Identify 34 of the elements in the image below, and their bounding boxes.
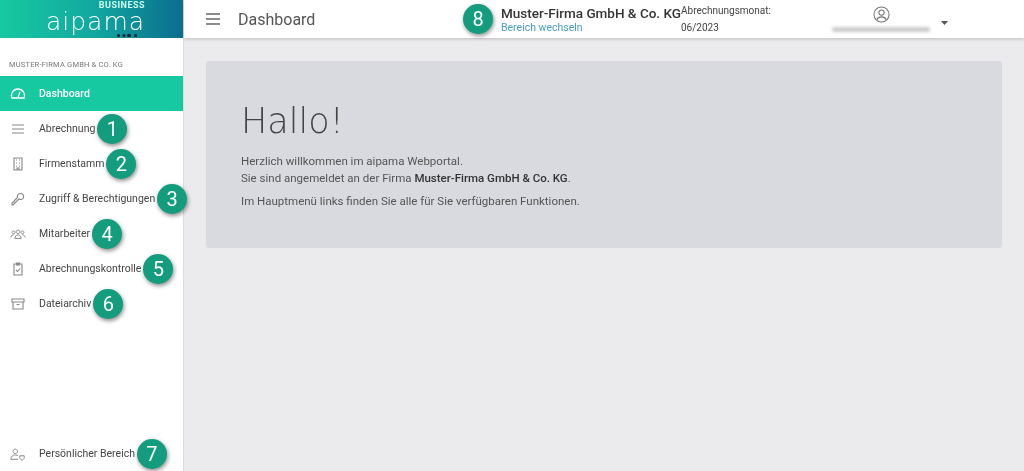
menu-icon[interactable] <box>206 13 220 25</box>
person-shield-icon <box>10 445 26 462</box>
nav-item[interactable]: Dateiarchiv 6 <box>0 286 183 321</box>
number-badge: 8 <box>463 4 493 34</box>
number-badge: 1 <box>97 113 128 144</box>
archive-box-icon <box>10 295 26 312</box>
welcome-text: Herzlich willkommen im aipama Webportal. <box>241 153 464 170</box>
nav-item[interactable]: Abrechnungskontrolle 5 <box>0 251 183 286</box>
number-badge: 3 <box>157 183 188 214</box>
month-label: Abrechnungsmonat: <box>681 5 772 16</box>
number-badge: 4 <box>92 218 122 249</box>
page-title: Dashboard <box>238 9 317 29</box>
info-text: Im Hauptmenü links finden Sie alle für Sie verfügbaren Funktionen. <box>241 193 581 210</box>
number-badge: 2 <box>106 148 137 179</box>
key-icon <box>10 190 26 207</box>
welcome-heading: Hallo! <box>241 101 345 141</box>
user-avatar-icon[interactable] <box>872 6 890 23</box>
building-icon <box>10 155 26 172</box>
month-value: 06/2023 <box>681 22 720 33</box>
gauge-icon <box>10 85 26 102</box>
logo-tagline: BUSINESS <box>98 1 146 10</box>
nav-item[interactable]: Mitarbeiter 4 <box>0 216 183 251</box>
welcome-text: Sie sind angemeldet an der Firma Muster-Firma GmbH & Co. KG. <box>241 170 572 187</box>
number-badge: 5 <box>143 253 174 284</box>
nav-item[interactable]: Persönlicher Bereich 7 <box>0 436 183 471</box>
logo-text: aipama <box>45 10 146 34</box>
nav-item[interactable]: Firmenstamm 2 <box>0 146 183 181</box>
number-badge: 6 <box>93 288 124 319</box>
clipboard-check-icon <box>10 260 26 277</box>
caret-icon[interactable] <box>941 20 948 26</box>
company-name: Muster-Firma GmbH & Co. KG <box>501 4 681 21</box>
number-badge: 7 <box>137 438 167 469</box>
nav-item[interactable]: Abrechnung 1 <box>0 111 183 146</box>
dots-icon <box>117 34 138 37</box>
